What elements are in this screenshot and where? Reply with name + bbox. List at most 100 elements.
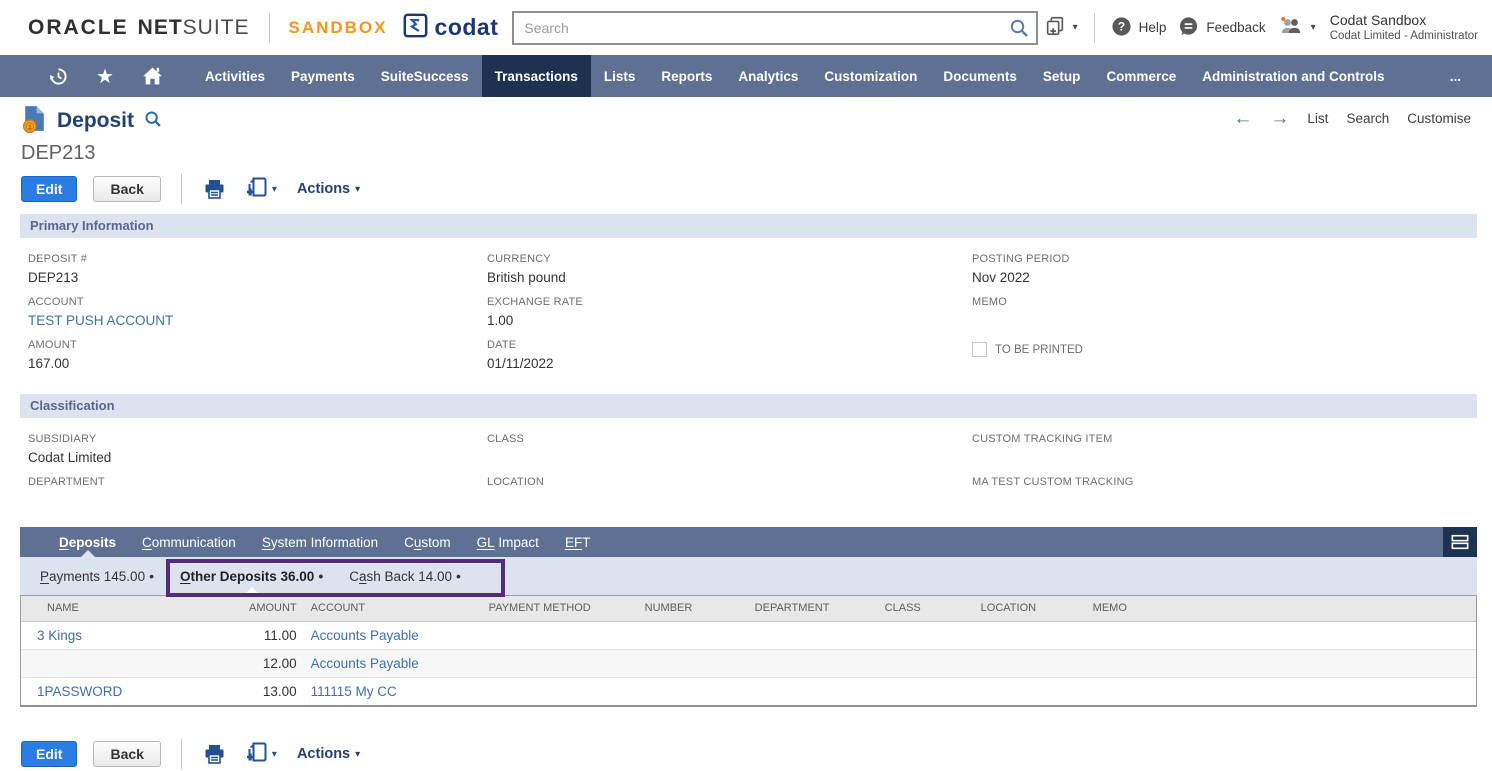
netsuite-logo-net: NET	[138, 16, 183, 40]
print-icon[interactable]	[202, 742, 227, 766]
subtab-payments[interactable]: Payments 145.00•	[40, 557, 154, 595]
column-header-account[interactable]: ACCOUNT	[303, 596, 481, 621]
field-label: MEMO	[972, 296, 1492, 308]
account-link[interactable]: 111115 My CC	[311, 684, 397, 699]
nav-item-administration[interactable]: Administration and Controls	[1189, 55, 1397, 97]
top-right-cluster: ▾ ? Help Feedback ▾ Codat Sandbox Codat …	[1044, 12, 1492, 44]
field-date: DATE 01/11/2022	[487, 339, 972, 382]
roles-menu[interactable]: ▾	[1278, 14, 1316, 41]
column-header-number[interactable]: NUMBER	[637, 596, 747, 621]
search-icon[interactable]	[1008, 17, 1030, 44]
account-name: Codat Sandbox	[1330, 12, 1478, 30]
help-label: Help	[1139, 20, 1167, 35]
toggle-view-button[interactable]	[1443, 527, 1477, 557]
department-cell	[747, 621, 877, 649]
bullet-icon: •	[318, 568, 323, 584]
back-button[interactable]: Back	[93, 741, 160, 767]
account-link[interactable]: Accounts Payable	[311, 628, 419, 643]
netsuite-logo-suite: SUITE	[183, 16, 250, 40]
nav-item-customization[interactable]: Customization	[811, 55, 930, 97]
field-label: AMOUNT	[28, 339, 487, 351]
bullet-icon: •	[149, 568, 154, 584]
class-cell	[877, 649, 973, 677]
nav-item-suitesuccess[interactable]: SuiteSuccess	[368, 55, 482, 97]
name-link[interactable]: 3 Kings	[37, 628, 82, 643]
field-value	[487, 450, 972, 468]
quick-add-menu[interactable]: ▾	[1044, 15, 1078, 40]
chevron-down-icon: ▾	[355, 749, 360, 760]
account-link[interactable]: TEST PUSH ACCOUNT	[28, 313, 487, 331]
field-memo: MEMO	[972, 296, 1492, 339]
field-label: ACCOUNT	[28, 296, 487, 308]
feedback-icon	[1178, 16, 1199, 40]
column-header-name[interactable]: NAME	[21, 596, 241, 621]
nav-item-lists[interactable]: Lists	[591, 55, 649, 97]
column-header-department[interactable]: DEPARTMENT	[747, 596, 877, 621]
oracle-logo-text: ORACLE	[28, 16, 129, 40]
field-value: DEP213	[28, 270, 487, 288]
field-value	[972, 493, 1492, 511]
save-new-record-menu[interactable]: ▾	[245, 175, 277, 204]
back-button[interactable]: Back	[93, 176, 160, 202]
primary-info-col1: DEPOSIT # DEP213 ACCOUNT TEST PUSH ACCOU…	[28, 253, 487, 382]
nav-item-analytics[interactable]: Analytics	[725, 55, 811, 97]
user-roles-icon	[1278, 14, 1304, 41]
list-link[interactable]: List	[1307, 111, 1328, 126]
tab-deposits[interactable]: Deposits	[46, 527, 129, 557]
shortcuts-star-icon[interactable]: ★	[83, 55, 127, 97]
customise-link[interactable]: Customise	[1407, 111, 1471, 126]
nav-item-more[interactable]: ...	[1437, 55, 1474, 97]
field-value	[28, 493, 487, 511]
edit-button[interactable]: Edit	[21, 176, 77, 202]
field-value	[972, 313, 1492, 331]
save-new-record-menu[interactable]: ▾	[245, 740, 277, 769]
print-icon[interactable]	[202, 177, 227, 201]
chevron-down-icon: ▾	[355, 184, 360, 195]
column-header-payment-method[interactable]: PAYMENT METHOD	[481, 596, 637, 621]
name-link[interactable]: 1PASSWORD	[37, 684, 122, 699]
actions-menu-label: Actions	[297, 181, 350, 197]
tab-custom[interactable]: Custom	[391, 527, 464, 557]
actions-menu[interactable]: Actions ▾	[297, 181, 360, 197]
home-icon[interactable]	[127, 55, 178, 97]
tab-gl-impact[interactable]: GL Impact	[464, 527, 552, 557]
account-role: Codat Limited - Administrator	[1330, 29, 1478, 43]
tab-eft[interactable]: EFT	[552, 527, 604, 557]
column-header-class[interactable]: CLASS	[877, 596, 973, 621]
global-search-input[interactable]	[512, 11, 1038, 45]
account-link[interactable]: Accounts Payable	[311, 656, 419, 671]
column-header-amount[interactable]: AMOUNT	[241, 596, 303, 621]
next-record-arrow[interactable]: →	[1270, 109, 1289, 128]
payment-method-cell	[481, 677, 637, 705]
subtab-other-deposits[interactable]: Other Deposits 36.00•	[180, 557, 323, 595]
recent-records-icon[interactable]	[34, 55, 83, 97]
nav-item-setup[interactable]: Setup	[1030, 55, 1094, 97]
tab-communication[interactable]: Communication	[129, 527, 249, 557]
search-link[interactable]: Search	[1346, 111, 1389, 126]
to-be-printed-checkbox[interactable]	[972, 342, 987, 357]
record-tabs: Deposits Communication System Informatio…	[20, 527, 1477, 557]
nav-item-commerce[interactable]: Commerce	[1093, 55, 1189, 97]
codat-logo-text: codat	[435, 14, 499, 41]
tab-system-information[interactable]: System Information	[249, 527, 391, 557]
account-info[interactable]: Codat Sandbox Codat Limited - Administra…	[1330, 12, 1478, 44]
actions-menu[interactable]: Actions ▾	[297, 746, 360, 762]
edit-button[interactable]: Edit	[21, 741, 77, 767]
feedback-label: Feedback	[1206, 20, 1265, 35]
help-button[interactable]: ? Help	[1111, 16, 1167, 40]
record-search-icon[interactable]	[143, 109, 163, 134]
nav-item-reports[interactable]: Reports	[648, 55, 725, 97]
column-header-memo[interactable]: MEMO	[1085, 596, 1476, 621]
nav-item-activities[interactable]: Activities	[192, 55, 278, 97]
nav-item-documents[interactable]: Documents	[930, 55, 1030, 97]
feedback-button[interactable]: Feedback	[1178, 16, 1265, 40]
previous-record-arrow[interactable]: ←	[1233, 109, 1252, 128]
field-class: CLASS	[487, 433, 972, 476]
field-label: DATE	[487, 339, 972, 351]
column-header-location[interactable]: LOCATION	[973, 596, 1085, 621]
amount-cell: 12.00	[241, 649, 303, 677]
subtab-cash-back[interactable]: Cash Back 14.00•	[349, 557, 461, 595]
nav-item-transactions[interactable]: Transactions	[482, 55, 591, 97]
nav-item-payments[interactable]: Payments	[278, 55, 368, 97]
chevron-down-icon: ▾	[1311, 22, 1316, 33]
